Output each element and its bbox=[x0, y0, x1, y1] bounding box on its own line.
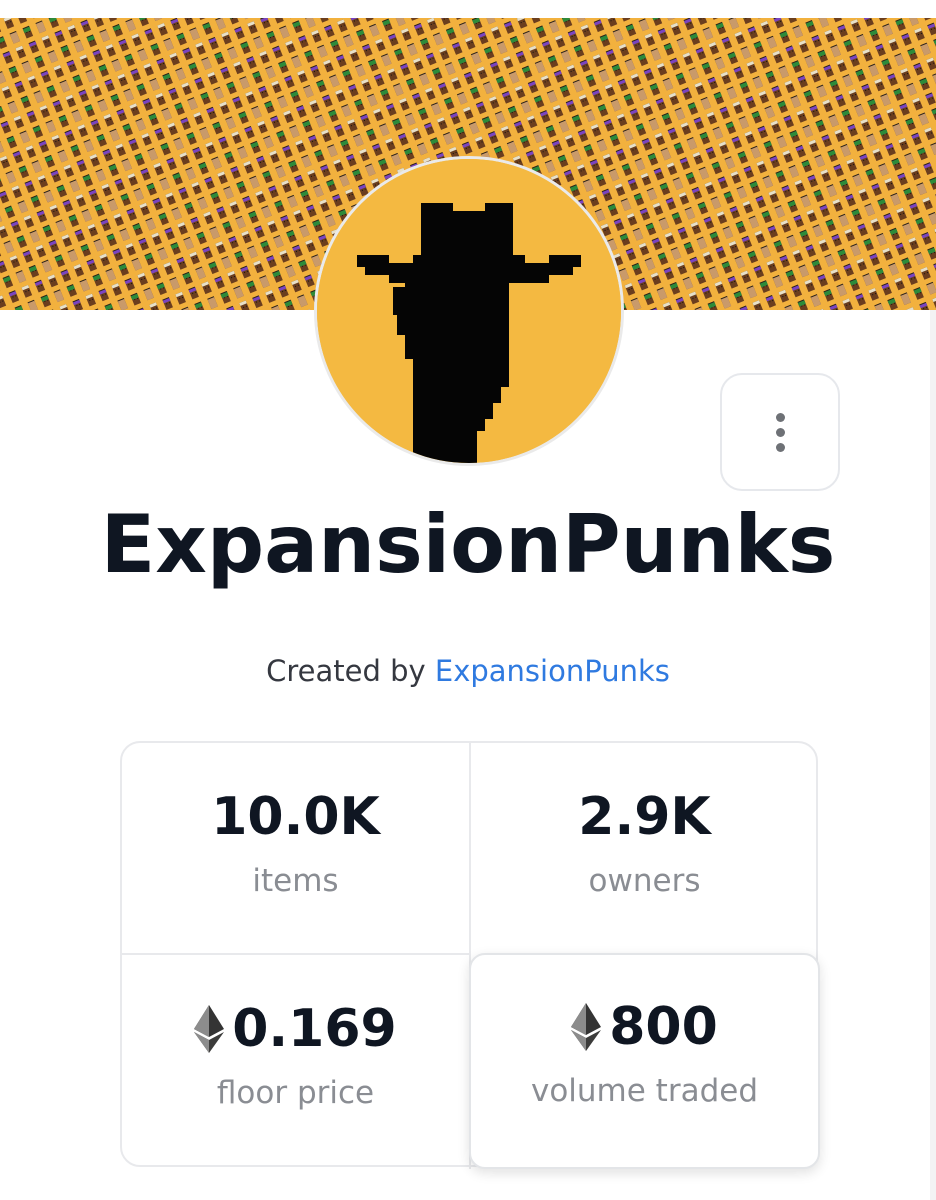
stat-label: floor price bbox=[216, 1075, 375, 1111]
stats-panel: 10.0K items 2.9K owners 0.169 floor pric… bbox=[120, 741, 820, 1169]
stat-label: items bbox=[252, 863, 339, 899]
stat-value-text: 0.169 bbox=[232, 999, 397, 1059]
vertical-dots-icon bbox=[775, 442, 785, 452]
stat-value: 800 bbox=[471, 997, 818, 1057]
ethereum-icon bbox=[571, 1003, 602, 1051]
vertical-dots-icon bbox=[775, 427, 785, 437]
stat-value-text: 800 bbox=[609, 997, 718, 1057]
creator-link[interactable]: ExpansionPunks bbox=[435, 654, 670, 688]
created-by: Created by ExpansionPunks bbox=[0, 654, 936, 688]
vertical-dots-icon bbox=[775, 412, 785, 422]
stat-label: owners bbox=[588, 863, 701, 899]
stat-owners[interactable]: 2.9K owners bbox=[471, 743, 818, 955]
stat-value: 2.9K bbox=[578, 787, 711, 847]
stat-label: volume traded bbox=[530, 1073, 759, 1109]
collection-title: ExpansionPunks bbox=[100, 498, 836, 591]
scrollbar-track[interactable] bbox=[930, 310, 936, 1200]
top-strip bbox=[0, 0, 936, 18]
stat-value: 10.0K bbox=[211, 787, 380, 847]
created-by-prefix: Created by bbox=[266, 654, 426, 688]
stat-value: 0.169 bbox=[122, 999, 469, 1059]
stat-floor-price[interactable]: 0.169 floor price bbox=[122, 955, 469, 1167]
stat-volume-traded[interactable]: 800 volume traded bbox=[469, 953, 820, 1169]
stat-items[interactable]: 10.0K items bbox=[122, 743, 469, 955]
more-options-button[interactable] bbox=[720, 373, 840, 491]
collection-avatar bbox=[314, 156, 624, 466]
ethereum-icon bbox=[194, 1005, 225, 1053]
